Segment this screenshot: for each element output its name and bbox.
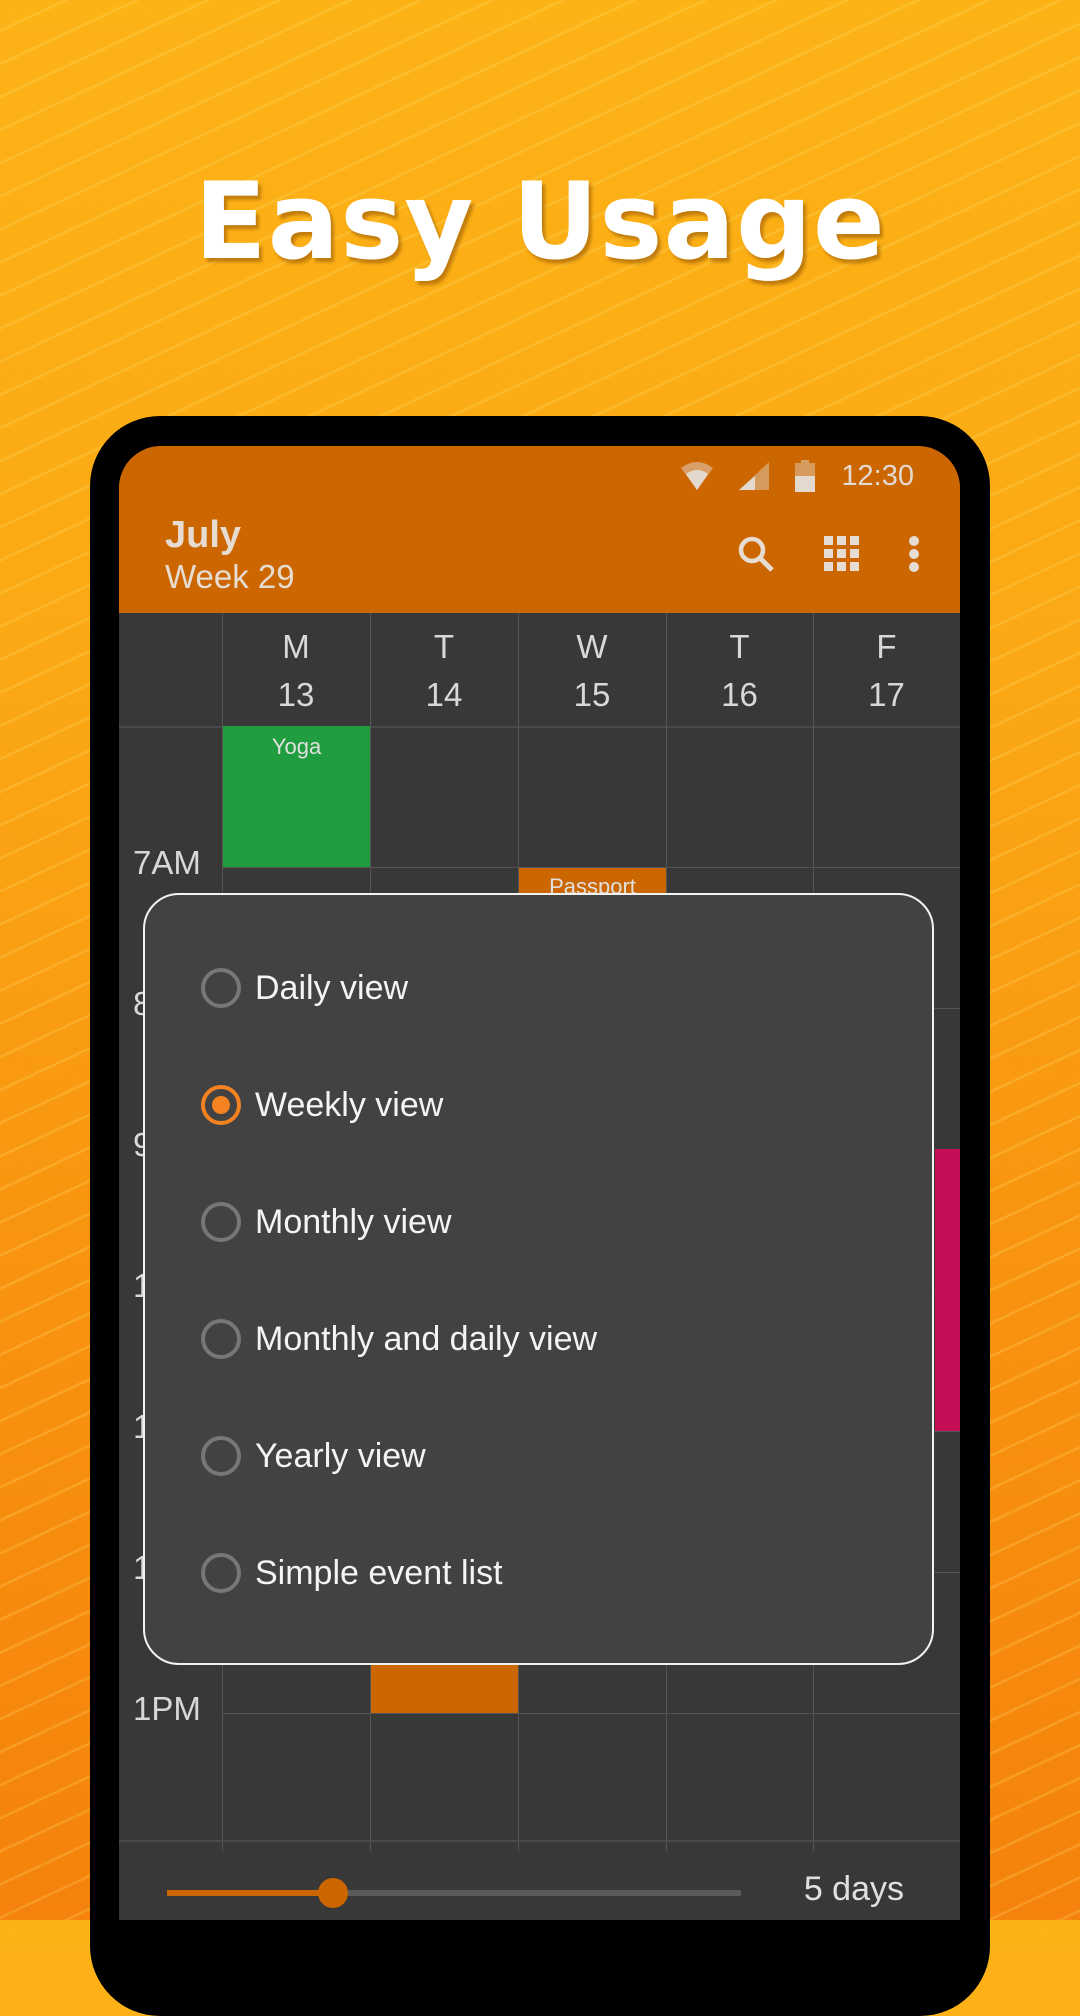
time-label: 7AM	[133, 844, 201, 881]
wifi-icon	[681, 462, 714, 490]
view-selection-dialog: Daily view Weekly view Monthly view Mont…	[143, 893, 934, 1665]
slider-fill	[167, 1890, 334, 1896]
radio-button[interactable]	[201, 1319, 241, 1359]
status-bar: 12:30	[681, 456, 960, 496]
grid-icon[interactable]	[824, 536, 860, 572]
headline: Easy Usage	[194, 160, 886, 283]
radio-button[interactable]	[201, 1085, 241, 1125]
app-bar: 12:30 July Week 29	[119, 446, 960, 613]
day-column-header[interactable]: T 16	[666, 613, 813, 726]
option-daily-view[interactable]: Daily view	[201, 958, 408, 1018]
option-simple-event-list[interactable]: Simple event list	[201, 1543, 503, 1603]
days-slider[interactable]	[167, 1878, 741, 1908]
option-weekly-view[interactable]: Weekly view	[201, 1075, 443, 1135]
more-vert-icon[interactable]	[908, 536, 920, 572]
day-column-header[interactable]: M 13	[222, 613, 370, 726]
search-icon[interactable]	[736, 534, 776, 574]
radio-button[interactable]	[201, 968, 241, 1008]
option-monthly-view[interactable]: Monthly view	[201, 1192, 452, 1252]
grid-line	[222, 1713, 960, 1714]
days-count-label: 5 days	[803, 1870, 904, 1908]
option-label: Yearly view	[255, 1436, 426, 1475]
option-yearly-view[interactable]: Yearly view	[201, 1426, 426, 1486]
option-label: Simple event list	[255, 1553, 503, 1592]
signal-icon	[739, 462, 770, 490]
radio-button[interactable]	[201, 1553, 241, 1593]
month-title: July	[165, 514, 242, 556]
battery-icon	[795, 460, 816, 492]
day-column-header[interactable]: W 15	[518, 613, 666, 726]
option-monthly-daily-view[interactable]: Monthly and daily view	[201, 1309, 597, 1369]
bottom-bar: 5 days	[119, 1840, 960, 1920]
event-pink[interactable]	[935, 1149, 960, 1431]
app-bar-actions	[736, 534, 920, 574]
day-column-header[interactable]: F 17	[813, 613, 960, 726]
slider-thumb[interactable]	[318, 1878, 349, 1908]
status-time: 12:30	[841, 459, 914, 492]
day-header-row: M 13 T 14 W 15 T 16 F 17	[119, 613, 960, 728]
option-label: Monthly and daily view	[255, 1319, 598, 1358]
radio-button[interactable]	[201, 1436, 241, 1476]
option-label: Daily view	[255, 968, 409, 1007]
option-label: Weekly view	[255, 1085, 444, 1124]
week-subtitle: Week 29	[165, 558, 295, 595]
time-label: 1PM	[133, 1690, 201, 1727]
day-column-header[interactable]: T 14	[370, 613, 518, 726]
radio-button[interactable]	[201, 1202, 241, 1242]
event-yoga[interactable]: Yoga	[223, 726, 370, 867]
option-label: Monthly view	[255, 1202, 452, 1241]
